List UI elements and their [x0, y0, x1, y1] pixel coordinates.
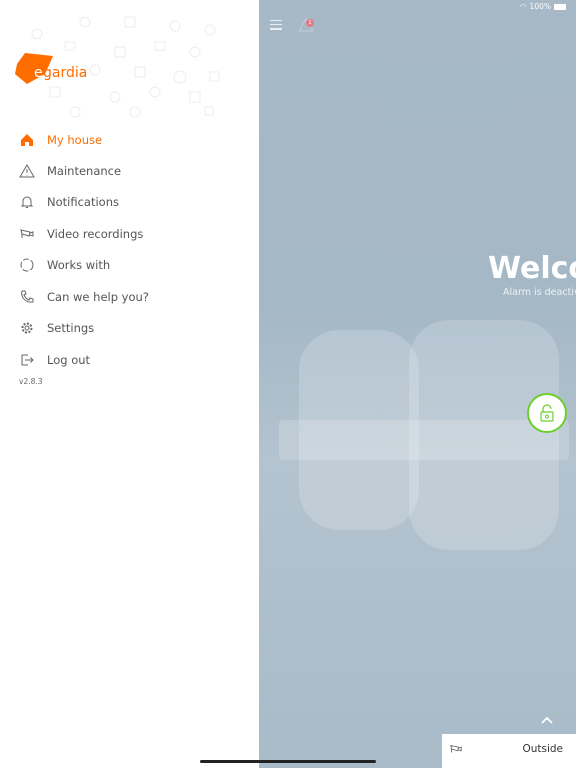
camera-icon — [450, 744, 462, 753]
warning-icon — [19, 164, 35, 178]
arm-toggle-button[interactable] — [527, 393, 567, 433]
main-overlay[interactable]: ◠ 100% 1 Welcome Alarm is deactivated Ou… — [259, 0, 576, 768]
unlock-icon — [540, 404, 554, 422]
menu-item-settings[interactable]: Settings — [0, 313, 259, 343]
app-version: v2.8.3 — [19, 377, 43, 386]
egardia-logo: e gardia — [15, 53, 87, 84]
menu-item-label: Settings — [47, 321, 95, 335]
menu-item-maintenance[interactable]: Maintenance — [0, 156, 259, 186]
status-bar: ◠ 100% — [520, 2, 566, 11]
menu-item-label: Maintenance — [47, 164, 122, 178]
home-indicator — [200, 760, 376, 763]
battery-percent: 100% — [529, 2, 551, 11]
menu-item-label: Log out — [47, 353, 91, 367]
connections-icon — [20, 258, 34, 272]
phone-icon — [21, 290, 34, 303]
menu-item-video-recordings[interactable]: Video recordings — [0, 219, 259, 249]
bell-icon — [20, 196, 34, 208]
menu-item-logout[interactable]: Log out — [0, 345, 259, 375]
camera-card[interactable]: Outside — [442, 734, 576, 768]
camera-name: Outside — [522, 743, 563, 755]
svg-text:e: e — [34, 65, 43, 81]
wifi-icon: ◠ — [520, 2, 527, 11]
menu-item-help[interactable]: Can we help you? — [0, 282, 259, 312]
navigation-drawer: e gardia My house Maintenance Notificati… — [0, 0, 259, 768]
menu-icon[interactable] — [270, 20, 282, 30]
welcome-title: Welcome — [488, 251, 576, 286]
menu-item-label: Video recordings — [47, 227, 144, 241]
menu-item-my-house[interactable]: My house — [0, 125, 259, 155]
menu-item-notifications[interactable]: Notifications — [0, 187, 259, 217]
battery-icon — [554, 3, 566, 10]
alarm-status: Alarm is deactivated — [503, 287, 576, 298]
notification-badge: 1 — [306, 19, 314, 27]
menu-item-label: My house — [47, 133, 103, 147]
gear-icon — [21, 322, 33, 334]
menu-item-works-with[interactable]: Works with — [0, 250, 259, 280]
menu-item-label: Notifications — [47, 195, 119, 209]
logout-icon — [21, 354, 34, 366]
home-icon — [21, 134, 33, 146]
svg-text:gardia: gardia — [43, 65, 87, 81]
chevron-up-icon[interactable] — [541, 716, 553, 724]
menu-item-label: Works with — [47, 258, 111, 272]
menu-item-label: Can we help you? — [47, 290, 149, 304]
camera-icon — [20, 229, 34, 238]
